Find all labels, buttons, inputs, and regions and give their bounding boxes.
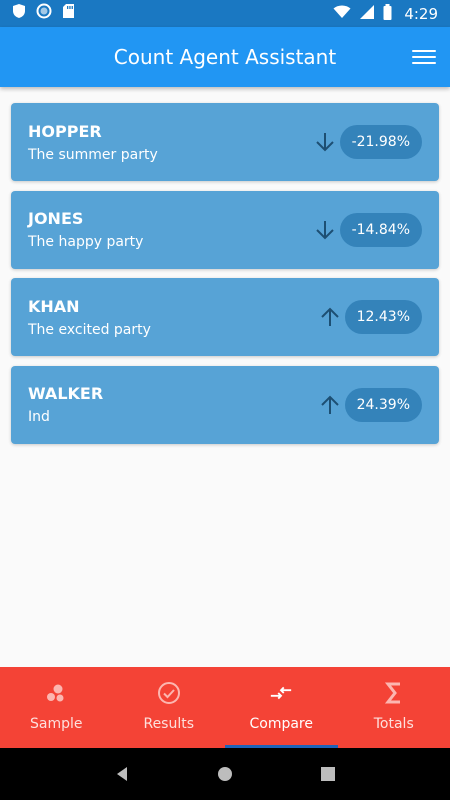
candidate-card[interactable]: KHAN The excited party 12.43% bbox=[11, 278, 439, 356]
nav-item-results[interactable]: Results bbox=[113, 667, 226, 748]
sigma-icon bbox=[382, 681, 406, 705]
arrow-down-icon bbox=[314, 219, 336, 241]
candidate-name: HOPPER bbox=[28, 121, 102, 141]
candidate-party: The summer party bbox=[28, 146, 158, 163]
nav-label: Results bbox=[143, 716, 195, 732]
nav-item-compare[interactable]: Compare bbox=[225, 667, 338, 748]
check-circle-icon bbox=[157, 681, 181, 705]
status-bar: 4:29 bbox=[0, 0, 450, 27]
bottom-navigation: Sample Results Compare Totals bbox=[0, 667, 450, 748]
app-bar: Count Agent Assistant bbox=[0, 27, 450, 87]
nav-label: Sample bbox=[30, 716, 83, 732]
candidate-list: HOPPER The summer party -21.98% JONES Th… bbox=[11, 103, 439, 453]
shield-icon bbox=[12, 3, 26, 24]
candidate-party: The excited party bbox=[28, 321, 151, 338]
back-icon[interactable] bbox=[110, 762, 134, 786]
candidate-name: WALKER bbox=[28, 384, 104, 403]
compare-arrows-icon bbox=[269, 681, 293, 705]
home-icon[interactable] bbox=[213, 762, 237, 786]
candidate-party: The happy party bbox=[28, 234, 144, 250]
signal-icon bbox=[359, 4, 375, 24]
nav-item-totals[interactable]: Totals bbox=[338, 667, 450, 748]
clock: 4:29 bbox=[404, 4, 438, 23]
percent-change-badge: 24.39% bbox=[344, 387, 422, 422]
sd-card-icon bbox=[62, 3, 75, 24]
arrow-up-icon bbox=[319, 394, 341, 416]
menu-icon[interactable] bbox=[412, 45, 436, 69]
candidate-card[interactable]: WALKER Ind 24.39% bbox=[11, 365, 439, 444]
candidate-name: JONES bbox=[28, 209, 84, 228]
candidate-card[interactable]: HOPPER The summer party -21.98% bbox=[11, 103, 439, 181]
bubbles-icon bbox=[44, 681, 68, 705]
recents-icon[interactable] bbox=[316, 762, 340, 786]
arrow-up-icon bbox=[319, 306, 341, 328]
system-navigation-bar bbox=[0, 748, 450, 800]
percent-change-badge: -14.84% bbox=[339, 212, 422, 247]
app-title: Count Agent Assistant bbox=[113, 45, 337, 69]
percent-change-badge: -21.98% bbox=[339, 125, 422, 159]
nav-label: Compare bbox=[249, 716, 313, 732]
sync-circle-icon bbox=[36, 3, 52, 24]
battery-icon bbox=[383, 3, 392, 24]
nav-item-sample[interactable]: Sample bbox=[0, 667, 113, 748]
candidate-party: Ind bbox=[28, 409, 50, 425]
percent-change-badge: 12.43% bbox=[344, 300, 422, 334]
candidate-name: KHAN bbox=[28, 296, 80, 316]
candidate-card[interactable]: JONES The happy party -14.84% bbox=[11, 190, 439, 269]
nav-label: Totals bbox=[373, 716, 414, 732]
wifi-icon bbox=[333, 5, 351, 23]
arrow-down-icon bbox=[314, 131, 336, 153]
